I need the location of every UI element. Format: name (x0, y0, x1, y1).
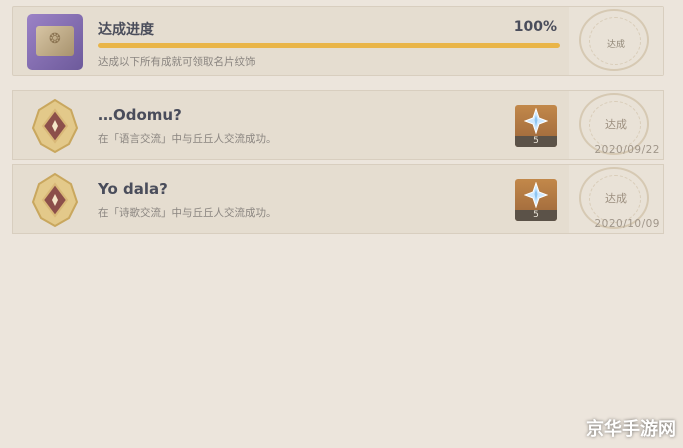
completion-stamp: 达成 (579, 9, 649, 71)
progress-title: 达成进度 (98, 22, 154, 38)
progress-bar (98, 43, 560, 48)
completion-stamp-zone: 达成 2020/10/09 (569, 165, 663, 233)
site-watermark: 京华手游网 (586, 419, 676, 440)
reward-count: 5 (515, 136, 557, 147)
achievement-list: …Odomu? 在「语言交流」中与丘丘人交流成功。 5 达成 2020/09/2… (12, 90, 664, 238)
completion-date: 2020/10/09 (594, 218, 660, 230)
completion-stamp-zone: 达成 (569, 7, 663, 75)
progress-bar-fill (98, 43, 560, 48)
achievement-description: 在「语言交流」中与丘丘人交流成功。 (98, 133, 277, 145)
achievement-title: Yo dala? (98, 180, 168, 198)
completion-stamp-zone: 达成 2020/09/22 (569, 91, 663, 159)
primogem-icon (524, 182, 548, 208)
achievement-medal-icon (31, 98, 79, 154)
achievement-title: …Odomu? (98, 106, 182, 124)
progress-description: 达成以下所有成就可领取名片纹饰 (98, 56, 256, 68)
achievement-row[interactable]: Yo dala? 在「诗歌交流」中与丘丘人交流成功。 5 达成 2020/10/… (12, 164, 664, 234)
reward-item[interactable]: 5 (515, 179, 557, 221)
stamp-label: 达成 (605, 118, 627, 131)
stamp-label: 达成 (605, 192, 627, 205)
reward-count: 5 (515, 210, 557, 221)
namecard-book-icon: ❂ (27, 14, 83, 70)
primogem-icon (524, 108, 548, 134)
reward-item[interactable]: 5 (515, 105, 557, 147)
achievement-medal-icon (31, 172, 79, 228)
completion-date: 2020/09/22 (594, 144, 660, 156)
achievement-progress-panel[interactable]: ❂ 达成进度 100% 达成以下所有成就可领取名片纹饰 达成 (12, 6, 664, 76)
achievement-row[interactable]: …Odomu? 在「语言交流」中与丘丘人交流成功。 5 达成 2020/09/2… (12, 90, 664, 160)
progress-percent: 100% (513, 19, 557, 35)
achievement-description: 在「诗歌交流」中与丘丘人交流成功。 (98, 207, 277, 219)
stamp-label: 达成 (606, 40, 625, 50)
